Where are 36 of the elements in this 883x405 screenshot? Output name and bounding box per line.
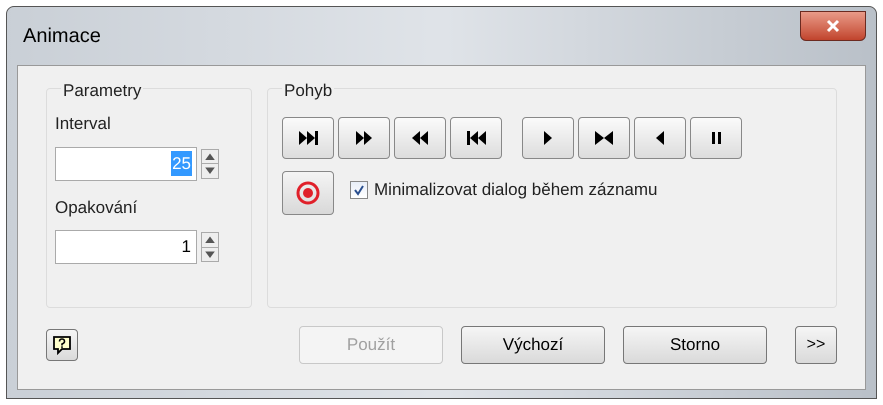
checkbox-label: Minimalizovat dialog během záznamu [374, 179, 658, 201]
fast-forward-icon [356, 131, 372, 145]
spinner-control[interactable] [201, 232, 219, 262]
record-icon [295, 180, 321, 206]
bowtie-triangles-icon [595, 131, 613, 145]
pause-icon [712, 132, 720, 144]
transport-button[interactable] [578, 117, 630, 159]
transport-button[interactable] [450, 117, 502, 159]
more-button[interactable]: >> [795, 326, 837, 364]
skip-back-icon [466, 131, 486, 145]
close-icon [825, 19, 841, 33]
record-button[interactable] [282, 171, 334, 215]
footer-button[interactable]: Storno [623, 326, 767, 364]
window-title: Animace [23, 24, 102, 49]
transport-button[interactable] [282, 117, 334, 159]
play-icon [544, 131, 552, 145]
field-label: Interval [55, 113, 112, 135]
transport-button[interactable] [338, 117, 390, 159]
skip-forward-icon [298, 131, 318, 145]
triangle-left-icon [656, 131, 664, 145]
transport-button[interactable] [634, 117, 686, 159]
field-label: Opakování [55, 196, 138, 218]
field-value: 25 [171, 150, 192, 176]
transport-button[interactable] [394, 117, 446, 159]
help-icon [52, 335, 72, 355]
checkbox[interactable] [350, 180, 368, 199]
rewind-icon [412, 131, 428, 145]
transport-button[interactable] [522, 117, 574, 159]
footer-button[interactable]: Výchozí [461, 326, 605, 364]
field-value: 1 [180, 236, 192, 258]
number-field[interactable]: 1 [55, 230, 197, 264]
close-button[interactable] [800, 11, 866, 41]
transport-button[interactable] [690, 117, 742, 159]
spinner-control[interactable] [201, 148, 219, 178]
checkmark-icon [353, 184, 365, 196]
help-button[interactable] [46, 329, 78, 361]
